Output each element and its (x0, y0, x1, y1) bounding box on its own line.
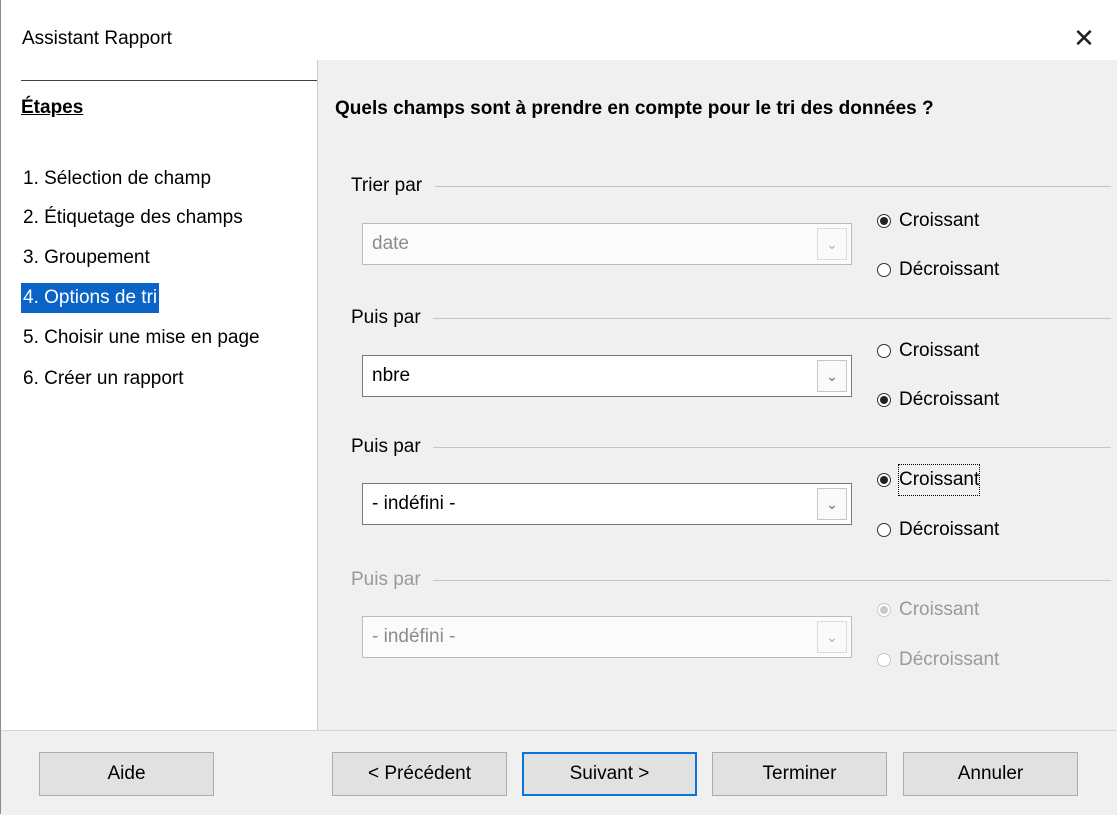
sort-group-3-label: Puis par (351, 436, 421, 457)
close-icon[interactable]: ✕ (1064, 18, 1104, 58)
sort-field-3-value: - indéfini - (372, 493, 456, 514)
sort-field-1-value: date (372, 233, 409, 254)
chevron-down-icon[interactable]: ⌄ (817, 488, 847, 520)
sort-field-4-select[interactable]: - indéfini - ⌄ (362, 616, 852, 658)
chevron-down-icon[interactable]: ⌄ (817, 621, 847, 653)
sort-group-2-label: Puis par (351, 307, 421, 328)
page-question: Quels champs sont à prendre en compte po… (335, 98, 934, 119)
step-sort-options[interactable]: 4. Options de tri (21, 283, 160, 313)
sort-field-4-value: - indéfini - (372, 626, 456, 647)
sort-options-panel: Quels champs sont à prendre en compte po… (317, 60, 1117, 730)
step-grouping[interactable]: 3. Groupement (21, 243, 152, 273)
cancel-button[interactable]: Annuler (903, 752, 1078, 796)
steps-sidebar: Étapes 1. Sélection de champ 2. Étiqueta… (1, 60, 317, 730)
step-layout[interactable]: 5. Choisir une mise en page (21, 323, 262, 353)
sort-1-ascending-label: Croissant (899, 210, 980, 231)
chevron-down-icon[interactable]: ⌄ (817, 228, 847, 260)
group-separator (433, 580, 1111, 581)
sort-group-4-label: Puis par (351, 569, 421, 590)
sort-1-descending-label: Décroissant (899, 259, 1000, 280)
steps-heading: Étapes (21, 97, 84, 118)
sort-group-2: Puis par (351, 303, 1111, 333)
sort-field-2-select[interactable]: nbre ⌄ (362, 355, 852, 397)
sort-field-1-select[interactable]: date ⌄ (362, 223, 852, 265)
sort-3-ascending-label: Croissant (897, 464, 981, 496)
title-bar: Assistant Rapport ✕ (1, 0, 1117, 60)
sort-field-3-select[interactable]: - indéfini - ⌄ (362, 483, 852, 525)
radio-indicator (877, 603, 891, 617)
step-create-report[interactable]: 6. Créer un rapport (21, 364, 186, 394)
radio-indicator (877, 393, 891, 407)
window-title: Assistant Rapport (22, 28, 172, 49)
radio-indicator (877, 214, 891, 228)
group-separator (435, 186, 1111, 187)
sort-group-4: Puis par (351, 565, 1111, 595)
radio-indicator (877, 473, 891, 487)
step-field-selection[interactable]: 1. Sélection de champ (21, 164, 213, 194)
previous-button[interactable]: < Précédent (332, 752, 507, 796)
sort-3-descending-label: Décroissant (899, 519, 1000, 540)
sort-field-2-value: nbre (372, 365, 411, 386)
sort-group-1: Trier par (351, 171, 1111, 201)
radio-indicator (877, 523, 891, 537)
sort-4-descending-label: Décroissant (899, 649, 1000, 670)
step-field-labels[interactable]: 2. Étiquetage des champs (21, 203, 245, 233)
radio-indicator (877, 344, 891, 358)
sort-2-ascending-label: Croissant (899, 340, 980, 361)
sort-2-descending-label: Décroissant (899, 389, 1000, 410)
button-bar: Aide < Précédent Suivant > Terminer Annu… (1, 730, 1117, 815)
report-wizard-dialog: Assistant Rapport ✕ Étapes 1. Sélection … (0, 0, 1117, 815)
help-button[interactable]: Aide (39, 752, 214, 796)
sort-group-1-label: Trier par (351, 175, 423, 196)
chevron-down-icon[interactable]: ⌄ (817, 360, 847, 392)
radio-indicator (877, 653, 891, 667)
group-separator (433, 447, 1111, 448)
sort-group-3: Puis par (351, 432, 1111, 462)
sort-4-ascending-label: Croissant (899, 599, 980, 620)
group-separator (433, 318, 1111, 319)
finish-button[interactable]: Terminer (712, 752, 887, 796)
next-button[interactable]: Suivant > (522, 752, 697, 796)
sidebar-divider (21, 80, 317, 81)
radio-indicator (877, 263, 891, 277)
